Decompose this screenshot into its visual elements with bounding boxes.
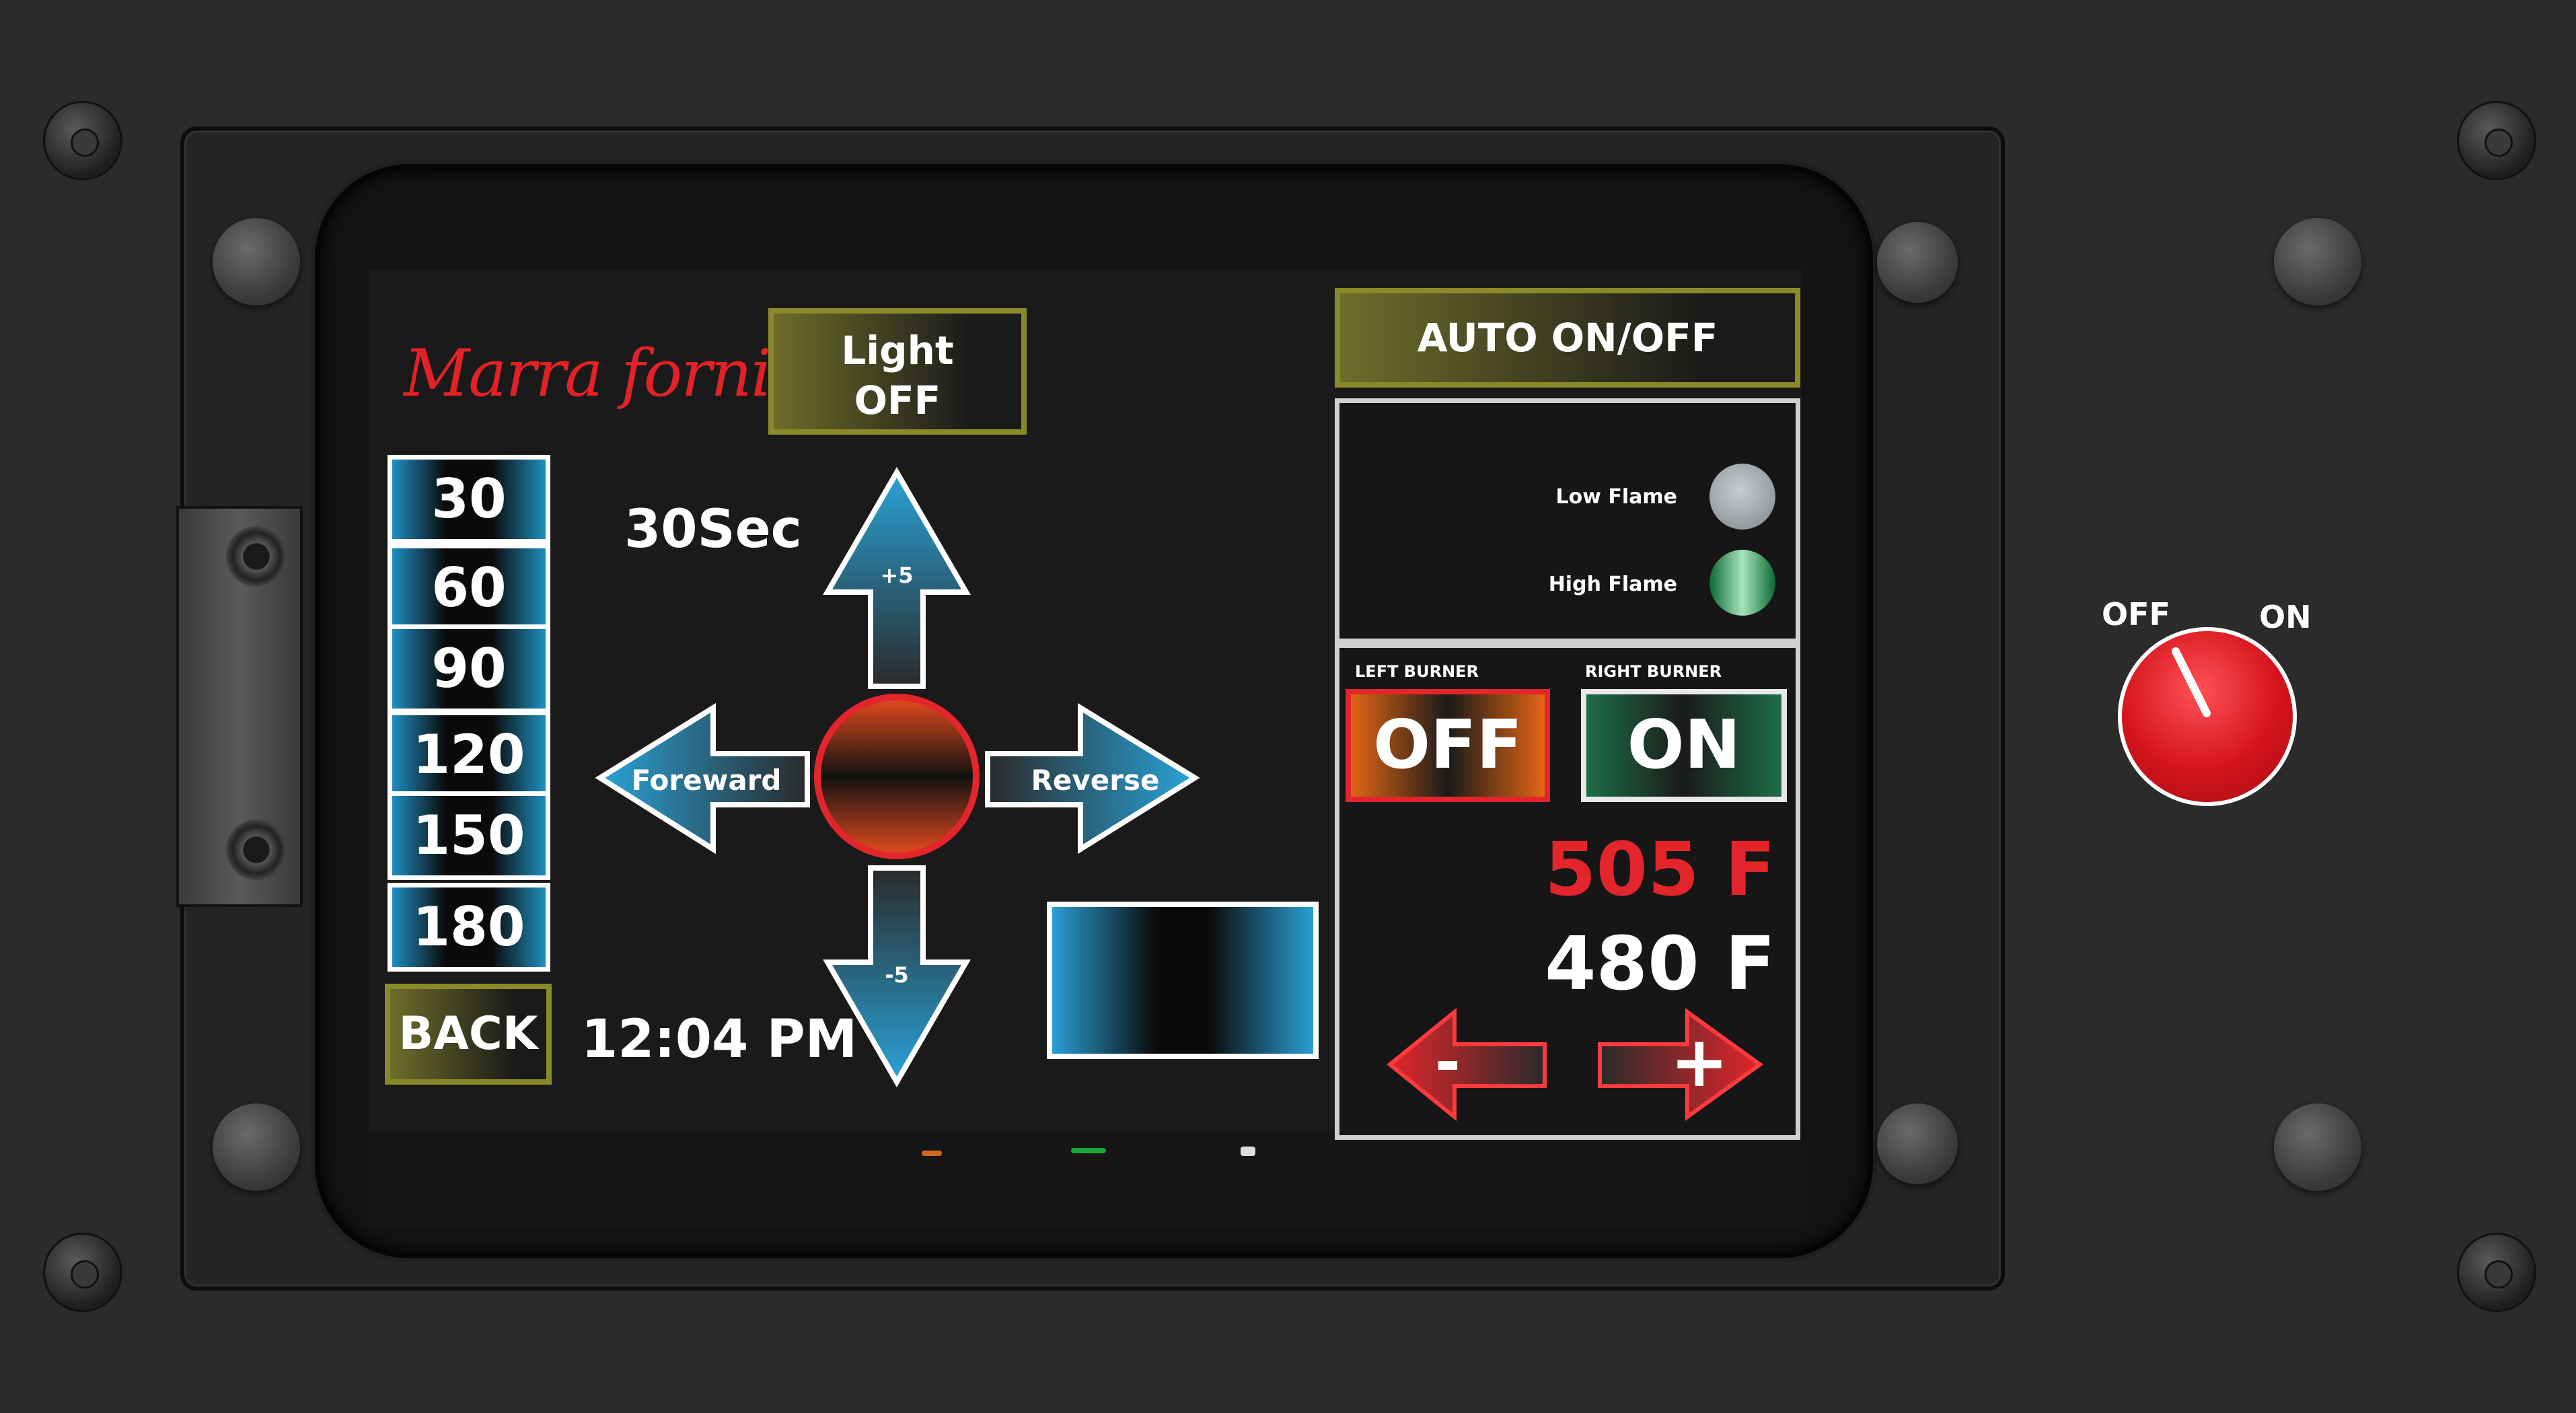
forward-arrow-button[interactable]: Foreward [595, 702, 810, 855]
right-burner-label: RIGHT BURNER [1585, 662, 1722, 681]
frame-bump-top [1877, 222, 1958, 303]
mount-bump-top-right [2274, 218, 2361, 305]
status-led-strip [369, 1132, 1802, 1226]
mount-bump-bottom-right [2274, 1103, 2361, 1191]
increase-temperature-button[interactable]: + [1598, 1008, 1764, 1121]
high-flame-label: High Flame [1548, 573, 1677, 596]
stop-center-button[interactable] [814, 694, 980, 859]
right-burner-toggle[interactable]: ON [1581, 689, 1787, 802]
light-button-state: OFF [854, 377, 941, 423]
blank-action-button[interactable] [1047, 902, 1319, 1059]
light-toggle-button[interactable]: Light OFF [768, 308, 1027, 435]
up-arrow-button[interactable]: +5 [823, 467, 971, 689]
corner-screw-bottom-left [43, 1233, 122, 1312]
corner-screw-top-right [2457, 101, 2536, 180]
decrease-label: - [1435, 1026, 1461, 1098]
forward-arrow-label: Foreward [632, 764, 782, 797]
frame-bump-bottom [1877, 1103, 1958, 1184]
up-arrow-label: +5 [880, 563, 913, 588]
back-button[interactable]: BACK [385, 984, 552, 1085]
low-flame-indicator [1709, 464, 1775, 530]
increase-label: + [1670, 1021, 1728, 1103]
hinge-bolt-top [226, 526, 287, 587]
timer-option-120[interactable]: 120 [388, 711, 550, 799]
corner-screw-bottom-right [2457, 1233, 2536, 1312]
timer-option-60[interactable]: 60 [388, 544, 550, 632]
decrease-temperature-button[interactable]: - [1387, 1007, 1547, 1122]
hinge-bolt-bottom [226, 820, 287, 880]
mount-bump-top-left [213, 218, 300, 305]
switch-pointer-icon [2172, 647, 2211, 717]
actual-temperature: 505 F [1545, 826, 1776, 912]
corner-screw-top-left [43, 101, 122, 180]
setpoint-adjust: - + [1387, 1007, 1764, 1122]
brand-logo: Marra forni [404, 336, 772, 411]
timer-option-150[interactable]: 150 [388, 791, 550, 880]
timer-option-180[interactable]: 180 [388, 883, 550, 972]
low-flame-label: Low Flame [1555, 485, 1677, 509]
down-arrow-button[interactable]: -5 [823, 865, 971, 1087]
light-button-label: Light [841, 328, 954, 373]
power-rotary-switch[interactable] [2118, 627, 2297, 806]
auto-on-off-button[interactable]: AUTO ON/OFF [1335, 288, 1800, 388]
high-flame-indicator [1709, 550, 1775, 616]
reverse-arrow-label: Reverse [1031, 764, 1160, 797]
down-arrow-label: -5 [885, 962, 909, 988]
left-burner-toggle[interactable]: OFF [1346, 689, 1550, 802]
timer-option-90[interactable]: 90 [388, 624, 550, 713]
reverse-arrow-button[interactable]: Reverse [985, 702, 1200, 855]
status-led-green [1071, 1148, 1106, 1153]
left-burner-label: LEFT BURNER [1355, 662, 1479, 681]
mount-bump-bottom-left [213, 1103, 300, 1191]
flame-status-panel: Low Flame High Flame [1335, 398, 1800, 643]
status-led-amber [922, 1151, 942, 1156]
timer-option-30[interactable]: 30 [388, 455, 550, 544]
setpoint-temperature: 480 F [1545, 920, 1776, 1007]
status-led-white [1241, 1147, 1255, 1156]
